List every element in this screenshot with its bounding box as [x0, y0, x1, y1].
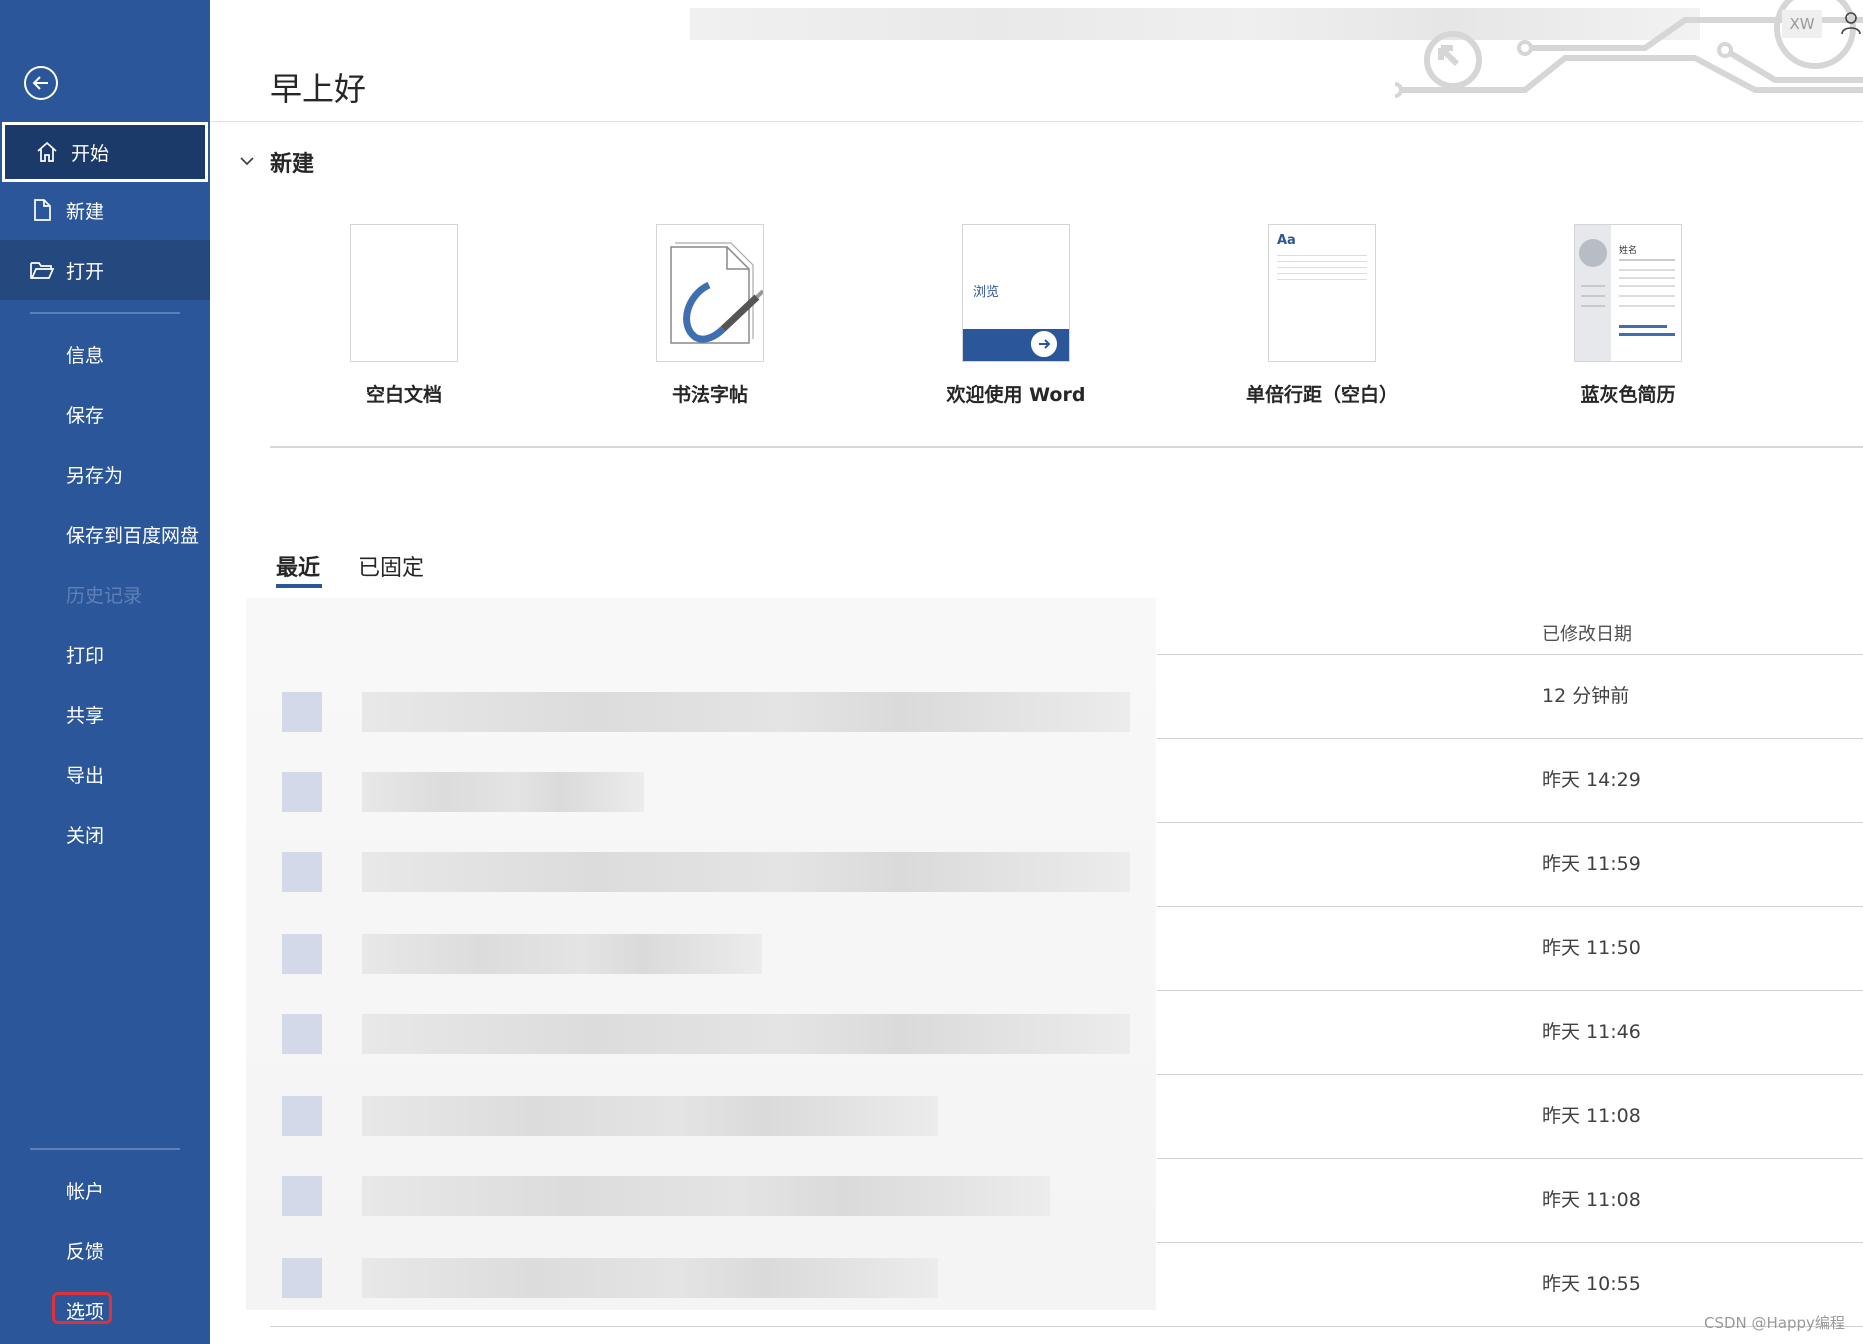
template-thumbnail: 姓名 — [1574, 224, 1682, 362]
recent-file-row[interactable]: 昨天 14:29 — [1157, 739, 1863, 823]
recent-file-row[interactable]: 昨天 11:46 — [1157, 991, 1863, 1075]
template-thumb-text: 姓名 — [1619, 246, 1638, 256]
tab-pinned[interactable]: 已固定 — [358, 550, 424, 582]
nav-label: 开始 — [71, 142, 110, 165]
nav-info[interactable]: 信息 — [0, 324, 210, 384]
greeting-title: 早上好 — [270, 70, 367, 108]
template-thumbnail — [656, 224, 764, 362]
recent-file-row[interactable]: 昨天 11:59 — [1157, 823, 1863, 907]
template-blue-grey-resume[interactable]: 姓名 蓝灰色简历 — [1508, 224, 1748, 420]
template-calligraphy[interactable]: 书法字帖 — [590, 224, 830, 420]
tab-active-indicator — [276, 584, 322, 588]
home-icon — [33, 138, 61, 166]
nav-open[interactable]: 打开 — [0, 240, 210, 300]
modified-date: 昨天 11:08 — [1542, 1189, 1641, 1211]
calligraphy-brush-icon — [670, 242, 763, 344]
back-arrow-icon[interactable] — [24, 66, 58, 100]
template-thumb-text: 浏览 — [973, 285, 1000, 300]
nav-divider — [30, 1148, 180, 1150]
nav-new[interactable]: 新建 — [0, 180, 210, 240]
backstage-sidebar: 开始 新建 打开 信息 保存 另存为 保存到百度网盘 历史记录 打印 共享 导出… — [0, 0, 210, 1344]
template-thumbnail: 浏览 — [962, 224, 1070, 362]
nav-history: 历史记录 — [0, 564, 210, 624]
modified-date: 昨天 11:50 — [1542, 937, 1641, 959]
modified-date: 昨天 11:59 — [1542, 853, 1641, 875]
template-thumb-text: Aa — [1277, 233, 1296, 248]
modified-date: 昨天 11:46 — [1542, 1021, 1641, 1043]
options-highlight-box — [52, 1292, 112, 1324]
nav-label: 另存为 — [66, 464, 124, 487]
nav-label: 保存 — [66, 404, 105, 427]
arrow-right-icon — [1029, 329, 1059, 359]
nav-divider — [30, 312, 180, 314]
nav-label: 新建 — [66, 200, 105, 223]
blurred-file-list — [246, 598, 1156, 1310]
nav-save[interactable]: 保存 — [0, 384, 210, 444]
nav-home[interactable]: 开始 — [2, 122, 208, 182]
nav-save-as[interactable]: 另存为 — [0, 444, 210, 504]
user-initials: XW — [1782, 10, 1822, 38]
nav-label: 打印 — [66, 644, 105, 667]
open-folder-icon — [28, 256, 56, 284]
nav-label: 保存到百度网盘 — [66, 524, 200, 547]
nav-print[interactable]: 打印 — [0, 624, 210, 684]
nav-feedback[interactable]: 反馈 — [0, 1220, 210, 1280]
modified-date: 昨天 10:55 — [1542, 1273, 1641, 1295]
nav-account[interactable]: 帐户 — [0, 1160, 210, 1220]
recent-file-row[interactable]: 昨天 11:08 — [1157, 1075, 1863, 1159]
new-section-title: 新建 — [270, 152, 315, 177]
nav-export[interactable]: 导出 — [0, 744, 210, 804]
chevron-down-icon[interactable] — [236, 150, 258, 172]
avatar — [1579, 239, 1607, 267]
nav-label: 历史记录 — [66, 584, 143, 607]
template-blank-document[interactable]: 空白文档 — [284, 224, 524, 420]
modified-date: 昨天 11:08 — [1542, 1105, 1641, 1127]
template-label: 单倍行距（空白） — [1245, 384, 1398, 406]
template-label: 欢迎使用 Word — [946, 384, 1086, 406]
nav-close[interactable]: 关闭 — [0, 804, 210, 864]
recent-file-row[interactable]: 昨天 11:08 — [1157, 1159, 1863, 1243]
watermark: CSDN @Happy编程 — [1704, 1314, 1845, 1332]
nav-label: 帐户 — [66, 1180, 105, 1203]
template-welcome-word[interactable]: 浏览 欢迎使用 Word — [896, 224, 1136, 420]
nav-label: 打开 — [66, 260, 105, 283]
recent-file-row[interactable]: 12 分钟前 — [1157, 655, 1863, 739]
template-label: 书法字帖 — [671, 384, 748, 406]
nav-label: 关闭 — [66, 824, 105, 847]
nav-save-to-baidu[interactable]: 保存到百度网盘 — [0, 504, 210, 564]
nav-label: 共享 — [66, 704, 105, 727]
new-section-divider — [270, 446, 1863, 448]
nav-label: 反馈 — [66, 1240, 105, 1263]
list-bottom-rule — [270, 1326, 1863, 1327]
modified-date: 12 分钟前 — [1542, 685, 1630, 707]
nav-share[interactable]: 共享 — [0, 684, 210, 744]
recent-file-row[interactable]: 昨天 11:50 — [1157, 907, 1863, 991]
column-header-modified: 已修改日期 — [1542, 624, 1632, 645]
modified-date: 昨天 14:29 — [1542, 769, 1641, 791]
header-divider — [210, 121, 1863, 122]
nav-label: 导出 — [66, 764, 105, 787]
template-thumbnail — [350, 224, 458, 362]
template-label: 蓝灰色简历 — [1580, 384, 1676, 406]
new-document-icon — [28, 196, 56, 224]
tab-recent[interactable]: 最近 — [276, 550, 320, 582]
template-label: 空白文档 — [365, 384, 442, 406]
template-single-spaced[interactable]: Aa 单倍行距（空白） — [1202, 224, 1442, 420]
template-thumbnail: Aa — [1268, 224, 1376, 362]
user-account-icon[interactable] — [1840, 10, 1862, 38]
nav-label: 信息 — [66, 344, 105, 367]
